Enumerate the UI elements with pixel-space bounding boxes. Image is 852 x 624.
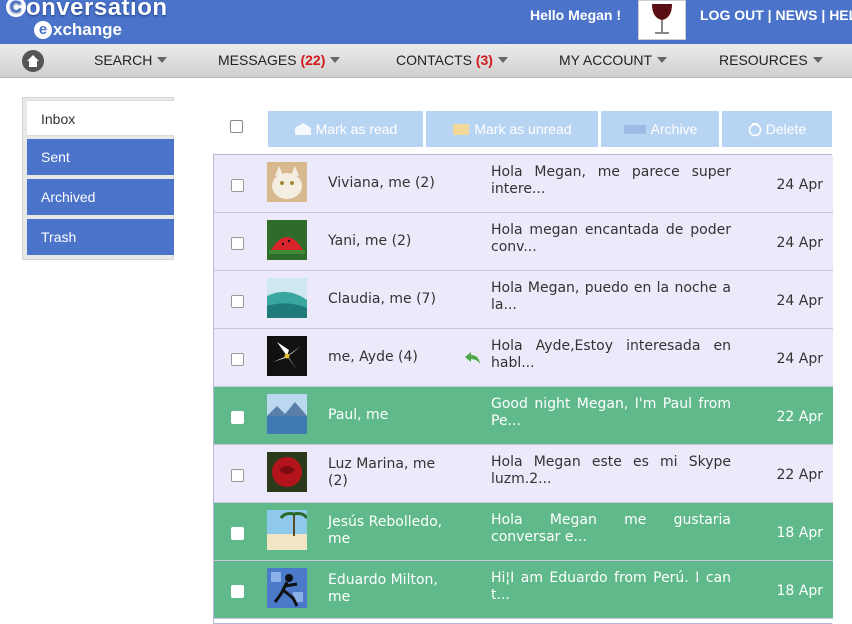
sender-avatar <box>267 452 307 492</box>
caret-down-icon <box>497 57 508 63</box>
folder-icon <box>623 125 646 134</box>
message-row[interactable]: Jesús Rebolledo, me Hola Megan me gustar… <box>214 503 833 561</box>
nav-resources[interactable]: RESOURCES <box>719 52 823 68</box>
message-date: 24 Apr <box>776 293 823 309</box>
trash-icon <box>748 122 762 136</box>
message-sender: Paul, me <box>328 407 389 423</box>
message-date: 18 Apr <box>776 525 823 541</box>
message-date: 18 Apr <box>776 583 823 599</box>
sender-avatar <box>267 568 307 608</box>
wine-glass-icon <box>652 4 672 34</box>
nav-my-account[interactable]: MY ACCOUNT <box>559 52 668 68</box>
message-sender: Eduardo Milton, me <box>328 572 438 605</box>
message-row[interactable]: Yani, me (2) Hola megan encantada de pod… <box>214 213 833 271</box>
caret-down-icon <box>657 57 668 63</box>
caret-down-icon <box>157 57 168 63</box>
caret-down-icon <box>330 57 341 63</box>
folder-archived[interactable]: Archived <box>27 179 174 215</box>
delete-button[interactable]: Delete <box>722 111 832 147</box>
folder-sent[interactable]: Sent <box>27 139 174 175</box>
news-link[interactable]: NEWS <box>775 7 817 23</box>
main-nav: SEARCH MESSAGES (22) CONTACTS (3) MY ACC… <box>0 44 852 78</box>
home-icon[interactable] <box>22 50 44 72</box>
row-checkbox[interactable] <box>231 179 244 192</box>
folder-trash[interactable]: Trash <box>27 219 174 255</box>
message-sender: Jesús Rebolledo, me <box>328 514 443 547</box>
nav-messages[interactable]: MESSAGES (22) <box>218 52 341 68</box>
select-all-checkbox[interactable] <box>230 120 243 133</box>
message-snippet: Hola Megan este es mi Skype luzm.2... <box>491 454 731 487</box>
message-date: 24 Apr <box>776 235 823 251</box>
envelope-open-icon <box>294 123 311 135</box>
message-sender: Viviana, me (2) <box>328 175 435 191</box>
row-checkbox[interactable] <box>231 527 244 540</box>
message-snippet: Hi¦I am Eduardo from Perú. I can t... <box>491 570 731 603</box>
user-avatar[interactable] <box>638 0 686 40</box>
logout-link[interactable]: LOG OUT <box>700 7 764 23</box>
message-row[interactable]: me, Ayde (4) Hola Ayde,Estoy interesada … <box>214 329 833 387</box>
message-snippet: Hola Ayde,Estoy interesada en habl... <box>491 338 731 371</box>
row-checkbox[interactable] <box>231 353 244 366</box>
row-checkbox[interactable] <box>231 237 244 250</box>
folder-sidebar: Inbox Sent Archived Trash <box>22 97 174 260</box>
site-logo[interactable]: Conversation e xchange <box>6 0 168 39</box>
row-checkbox[interactable] <box>231 411 244 424</box>
message-date: 22 Apr <box>776 467 823 483</box>
message-snippet: Hola Megan me gustaria conversar e... <box>491 512 731 545</box>
sender-avatar <box>267 278 307 318</box>
row-checkbox[interactable] <box>231 295 244 308</box>
row-checkbox[interactable] <box>231 469 244 482</box>
message-sender: Luz Marina, me (2) <box>328 456 436 489</box>
sender-avatar <box>267 336 307 376</box>
sender-avatar <box>267 220 307 260</box>
replied-icon <box>464 349 482 369</box>
row-checkbox[interactable] <box>231 585 244 598</box>
message-snippet: Hola megan encantada de poder conv... <box>491 222 731 255</box>
top-links: LOG OUT | NEWS | HEL <box>700 7 852 23</box>
message-row[interactable]: Viviana, me (2) Hola Megan, me parece su… <box>214 155 833 213</box>
mark-as-read-button[interactable]: Mark as read <box>268 111 423 147</box>
envelope-icon <box>453 123 470 135</box>
help-link[interactable]: HEL <box>829 7 852 23</box>
message-snippet: Good night Megan, I'm Paul from Pe... <box>491 396 731 429</box>
message-date: 24 Apr <box>776 177 823 193</box>
message-date: 22 Apr <box>776 409 823 425</box>
message-sender: me, Ayde (4) <box>328 349 418 365</box>
caret-down-icon <box>812 57 823 63</box>
sender-avatar <box>267 162 307 202</box>
folder-inbox[interactable]: Inbox <box>27 100 174 136</box>
mark-as-unread-button[interactable]: Mark as unread <box>426 111 598 147</box>
message-list: Viviana, me (2) Hola Megan, me parece su… <box>213 154 833 624</box>
archive-button[interactable]: Archive <box>601 111 719 147</box>
sender-avatar <box>267 394 307 434</box>
message-date: 24 Apr <box>776 351 823 367</box>
message-snippet: Hola Megan, puedo en la noche a la... <box>491 280 731 313</box>
message-row[interactable]: Paul, me Good night Megan, I'm Paul from… <box>214 387 833 445</box>
contacts-count: (3) <box>475 52 493 68</box>
message-row[interactable]: Luz Marina, me (2) Hola Megan este es mi… <box>214 445 833 503</box>
sender-avatar <box>267 510 307 550</box>
greeting: Hello Megan ! <box>530 7 622 23</box>
message-sender: Yani, me (2) <box>328 233 412 249</box>
message-row[interactable]: Claudia, me (7) Hola Megan, puedo en la … <box>214 271 833 329</box>
message-row[interactable]: Eduardo Milton, me Hi¦I am Eduardo from … <box>214 561 833 619</box>
message-sender: Claudia, me (7) <box>328 291 436 307</box>
top-header: Conversation e xchange Hello Megan ! LOG … <box>0 0 852 44</box>
nav-search[interactable]: SEARCH <box>94 52 168 68</box>
nav-contacts[interactable]: CONTACTS (3) <box>396 52 508 68</box>
messages-count: (22) <box>300 52 326 68</box>
message-snippet: Hola Megan, me parece super intere... <box>491 164 731 197</box>
